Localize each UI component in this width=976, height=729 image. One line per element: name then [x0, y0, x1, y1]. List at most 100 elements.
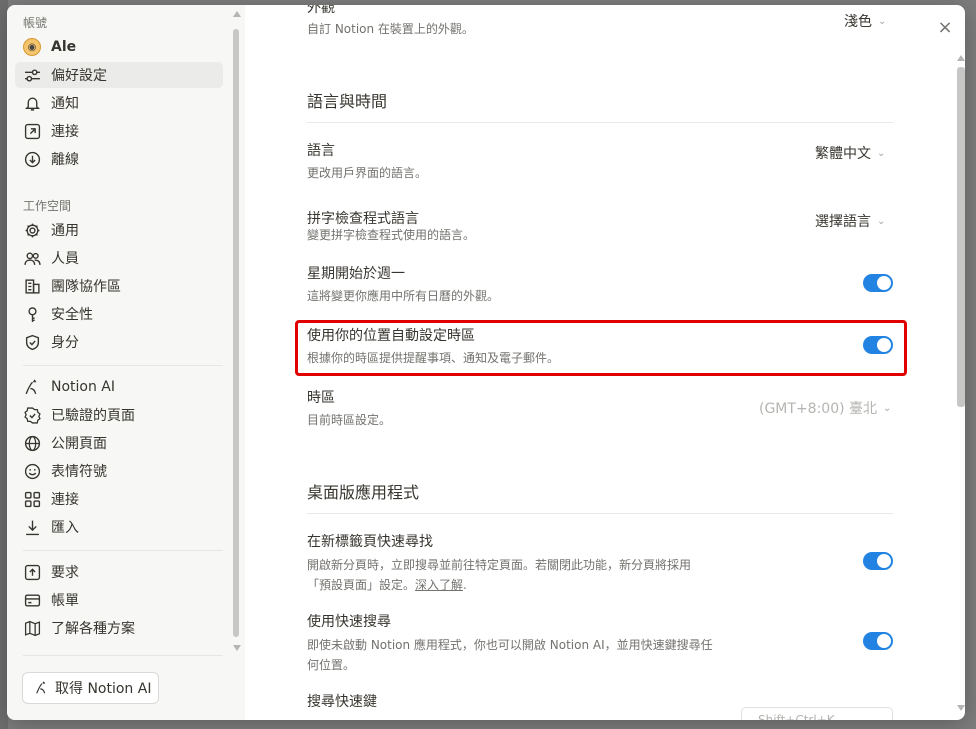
spellcheck-value: 選擇語言	[815, 214, 871, 230]
bell-icon	[23, 94, 41, 112]
desc-text: 「預設頁面」設定。	[307, 578, 416, 592]
sidebar-scrollbar[interactable]	[232, 29, 240, 639]
sidebar-item-preferences[interactable]: 偏好設定	[15, 62, 223, 88]
globe-icon	[23, 434, 41, 452]
appearance-desc: 自訂 Notion 在裝置上的外觀。	[307, 22, 474, 36]
chevron-down-icon: ⌄	[878, 15, 887, 27]
sidebar-item-connections-workspace[interactable]: 連接	[15, 486, 223, 512]
sidebar-item-label: 要求	[51, 565, 79, 581]
quick-search-desc-line1: 即使未啟動 Notion 應用程式，你也可以開啟 Notion AI，並用快速鍵…	[307, 638, 713, 652]
sidebar-item-label: 通用	[51, 223, 79, 239]
quick-search-toggle[interactable]	[863, 632, 893, 650]
sidebar-item-label: 團隊協作區	[51, 279, 121, 295]
sidebar-item-label: 安全性	[51, 307, 93, 323]
sidebar-divider	[23, 655, 223, 656]
user-name: Ale	[51, 39, 77, 55]
appearance-select[interactable]: 淺色 ⌄	[844, 11, 886, 31]
get-notion-ai-button[interactable]: 取得 Notion AI	[22, 672, 159, 704]
sidebar-item-label: 連接	[51, 492, 79, 508]
sidebar-item-label: 了解各種方案	[51, 621, 135, 637]
sidebar-item-label: 帳單	[51, 593, 79, 609]
notion-ai-icon	[23, 378, 41, 396]
chevron-down-icon: ⌄	[877, 215, 886, 227]
sidebar-item-general[interactable]: 通用	[15, 217, 223, 243]
learn-more-link[interactable]: 深入了解	[415, 578, 463, 592]
workspace-section-label: 工作空間	[23, 199, 72, 213]
import-icon	[23, 518, 41, 536]
week-start-toggle[interactable]	[863, 274, 893, 292]
new-tab-search-title: 在新標籤頁快速尋找	[307, 534, 433, 550]
close-icon[interactable]: ×	[936, 19, 954, 37]
new-tab-search-desc-line2: 「預設頁面」設定。深入了解.	[307, 575, 691, 595]
sidebar-item-identity[interactable]: 身分	[15, 329, 223, 355]
language-select[interactable]: 繁體中文 ⌄	[815, 143, 885, 163]
sidebar-item-plans[interactable]: 了解各種方案	[15, 615, 223, 641]
sidebar-item-billing[interactable]: 帳單	[15, 587, 223, 613]
card-icon	[23, 591, 41, 609]
sidebar-item-connections[interactable]: 連接	[15, 118, 223, 144]
timezone-select: (GMT+8:00) 臺北 ⌄	[759, 398, 891, 418]
new-tab-search-toggle[interactable]	[863, 552, 893, 570]
language-value: 繁體中文	[815, 146, 871, 162]
sidebar-item-label: 偏好設定	[51, 68, 107, 84]
map-icon	[23, 619, 41, 637]
sidebar-item-notion-ai[interactable]: Notion AI	[15, 374, 223, 400]
main-scroll-down[interactable]	[957, 705, 965, 711]
sidebar-item-requests[interactable]: 要求	[15, 559, 223, 585]
search-shortcut-field[interactable]: Shift+Ctrl+K	[741, 707, 893, 720]
timezone-desc: 目前時區設定。	[307, 413, 392, 427]
sidebar-item-public-pages[interactable]: 公開頁面	[15, 430, 223, 456]
spellcheck-select[interactable]: 選擇語言 ⌄	[815, 211, 885, 231]
main-scrollbar[interactable]	[957, 67, 965, 407]
sidebar-item-label: 連接	[51, 124, 79, 140]
auto-timezone-toggle[interactable]	[863, 336, 893, 354]
people-icon	[23, 249, 41, 267]
timezone-title: 時區	[307, 390, 335, 406]
sidebar-scroll-up[interactable]	[233, 11, 241, 17]
sidebar-item-notifications[interactable]: 通知	[15, 90, 223, 116]
sidebar-item-import[interactable]: 匯入	[15, 514, 223, 540]
sidebar-item-label: 人員	[51, 251, 79, 267]
appearance-title: 外觀	[307, 5, 335, 16]
main-scroll-up[interactable]	[957, 55, 965, 61]
sidebar-item-security[interactable]: 安全性	[15, 301, 223, 327]
account-section-label: 帳號	[23, 16, 48, 30]
sidebar-item-people[interactable]: 人員	[15, 245, 223, 271]
sidebar-item-label: 匯入	[51, 520, 79, 536]
sidebar-item-teamspaces[interactable]: 團隊協作區	[15, 273, 223, 299]
sidebar-item-offline[interactable]: 離線	[15, 146, 223, 172]
avatar: ◉	[23, 38, 41, 56]
quick-search-title: 使用快速搜尋	[307, 614, 391, 630]
download-circle-icon	[23, 150, 41, 168]
chevron-down-icon: ⌄	[883, 402, 892, 414]
timezone-value: (GMT+8:00) 臺北	[759, 401, 878, 417]
language-title: 語言	[307, 143, 335, 159]
language-desc: 更改用戶界面的語言。	[307, 166, 428, 180]
sidebar-item-user[interactable]: ◉ Ale	[15, 34, 223, 60]
quick-search-desc: 即使未啟動 Notion 應用程式，你也可以開啟 Notion AI，並用快速鍵…	[307, 635, 713, 675]
sidebar-item-emoji[interactable]: 表情符號	[15, 458, 223, 484]
sidebar-item-label: Notion AI	[51, 379, 116, 395]
search-shortcut-title: 搜尋快速鍵	[307, 694, 377, 710]
grid-icon	[23, 490, 41, 508]
week-start-title: 星期開始於週一	[307, 266, 405, 282]
new-tab-search-desc: 開啟新分頁時，立即搜尋並前往特定頁面。若關閉此功能，新分頁將採用 「預設頁面」設…	[307, 555, 691, 595]
desc-end: .	[463, 578, 467, 592]
section-divider	[307, 513, 893, 514]
shield-check-icon	[23, 333, 41, 351]
sidebar-divider	[23, 365, 223, 366]
sidebar-divider	[23, 550, 223, 551]
key-icon	[23, 305, 41, 323]
sliders-icon	[23, 66, 41, 84]
smile-icon	[23, 462, 41, 480]
sidebar-item-verified-pages[interactable]: 已驗證的頁面	[15, 402, 223, 428]
upload-box-icon	[23, 563, 41, 581]
sidebar-item-label: 已驗證的頁面	[51, 408, 135, 424]
appearance-value: 淺色	[844, 14, 872, 30]
settings-modal: 帳號 ◉ Ale 偏好設定 通知 連接 離線 工作空間 通用 人員 團隊協作區 …	[7, 5, 965, 720]
lang-time-heading: 語言與時間	[307, 92, 388, 111]
sidebar-item-label: 身分	[51, 335, 79, 351]
sidebar-scroll-down[interactable]	[233, 645, 241, 651]
chevron-down-icon: ⌄	[877, 147, 886, 159]
auto-timezone-desc: 根據你的時區提供提醒事項、通知及電子郵件。	[307, 351, 560, 365]
